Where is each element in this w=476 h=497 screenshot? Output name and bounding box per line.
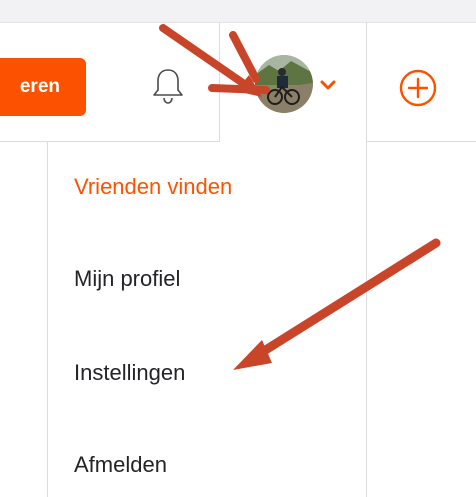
bell-icon[interactable] — [151, 66, 185, 106]
header-border — [0, 22, 476, 23]
nav-divider — [219, 22, 220, 142]
menu-item-settings[interactable]: Instellingen — [74, 360, 185, 386]
avatar[interactable] — [255, 55, 313, 113]
plus-circle-icon[interactable] — [398, 68, 438, 108]
page: eren Vrienden vinden Mijn profiel Instel… — [0, 0, 476, 497]
nav-divider — [366, 22, 367, 497]
nav-bottom-border — [366, 141, 476, 142]
cta-button[interactable]: eren — [0, 58, 86, 116]
chevron-down-icon[interactable] — [320, 78, 336, 90]
profile-dropdown-menu: Vrienden vinden Mijn profiel Instellinge… — [47, 142, 366, 497]
menu-item-logout[interactable]: Afmelden — [74, 452, 167, 478]
browser-top-strip — [0, 0, 476, 22]
menu-item-find-friends[interactable]: Vrienden vinden — [74, 174, 232, 200]
menu-item-my-profile[interactable]: Mijn profiel — [74, 266, 180, 292]
